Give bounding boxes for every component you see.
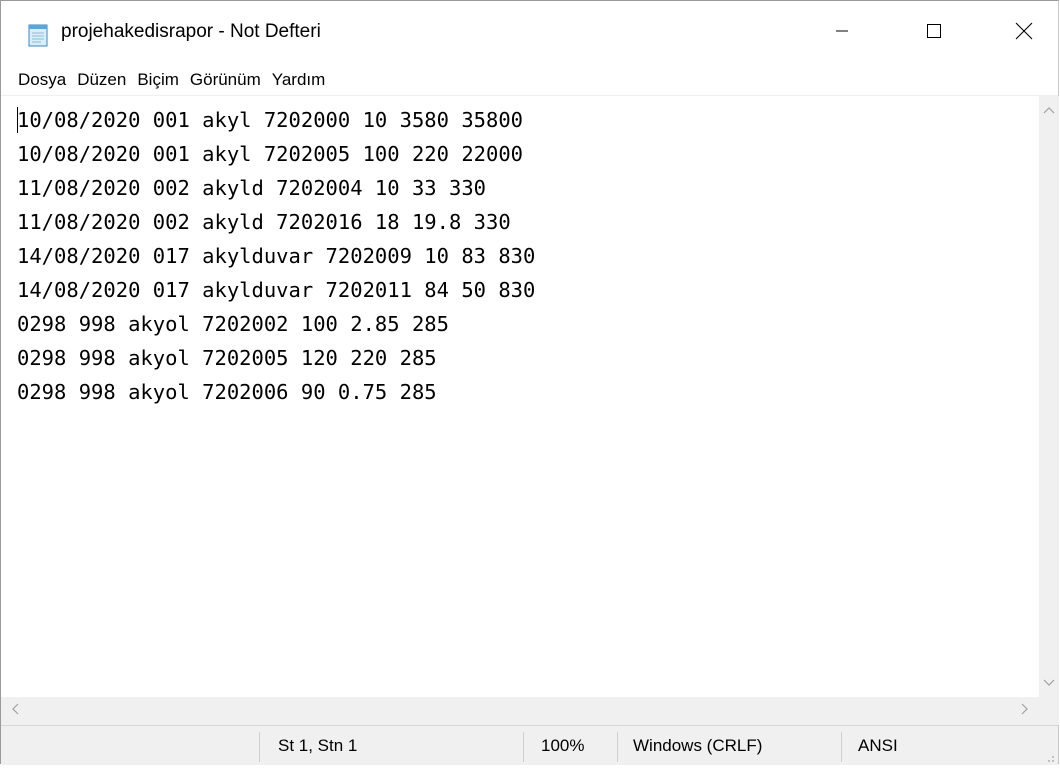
text-line: 11/08/2020 002 akyld 7202004 10 33 330 [17, 176, 486, 200]
text-line: 0298 998 akyol 7202005 120 220 285 [17, 346, 437, 370]
text-line: 10/08/2020 001 akyl 7202005 100 220 2200… [17, 142, 524, 166]
menu-format[interactable]: Biçim [132, 66, 184, 94]
notepad-window: projehakedisrapor - Not Defteri Dosya Dü… [0, 0, 1059, 765]
menu-view[interactable]: Görünüm [185, 66, 266, 94]
menu-bar: Dosya Düzen Biçim Görünüm Yardım [1, 65, 1058, 95]
chevron-right-icon [1021, 702, 1029, 720]
text-caret [17, 107, 18, 133]
resize-grip-icon[interactable] [1043, 750, 1055, 762]
menu-edit[interactable]: Düzen [72, 66, 131, 94]
close-icon [1015, 22, 1033, 45]
title-bar[interactable]: projehakedisrapor - Not Defteri [1, 1, 1058, 65]
scroll-right-button[interactable] [1011, 697, 1039, 725]
maximize-button[interactable] [888, 1, 980, 65]
line-ending: Windows (CRLF) [633, 735, 763, 755]
notepad-icon [26, 23, 50, 47]
chevron-down-icon [1043, 674, 1055, 692]
horizontal-scrollbar[interactable] [1, 697, 1039, 725]
encoding: ANSI [858, 735, 898, 755]
close-button[interactable] [978, 1, 1060, 65]
scroll-up-button[interactable] [1039, 96, 1059, 124]
text-editor[interactable]: 10/08/2020 001 akyl 7202000 10 3580 3580… [1, 96, 1039, 697]
window-title: projehakedisrapor - Not Defteri [61, 21, 321, 42]
minimize-button[interactable] [796, 1, 888, 65]
scroll-down-button[interactable] [1039, 669, 1059, 697]
menu-help[interactable]: Yardım [267, 66, 331, 94]
text-line: 11/08/2020 002 akyld 7202016 18 19.8 330 [17, 210, 511, 234]
editor-content[interactable]: 10/08/2020 001 akyl 7202000 10 3580 3580… [17, 103, 535, 409]
status-divider [259, 732, 260, 762]
text-line: 10/08/2020 001 akyl 7202000 10 3580 3580… [17, 108, 524, 132]
chevron-up-icon [1043, 101, 1055, 119]
vertical-scrollbar[interactable] [1039, 96, 1059, 697]
text-line: 0298 998 akyol 7202006 90 0.75 285 [17, 380, 437, 404]
text-line: 0298 998 akyol 7202002 100 2.85 285 [17, 312, 449, 336]
minimize-icon [835, 24, 849, 43]
status-divider [617, 732, 618, 762]
scroll-left-button[interactable] [1, 697, 29, 725]
text-line: 14/08/2020 017 akylduvar 7202009 10 83 8… [17, 244, 536, 268]
chevron-left-icon [11, 702, 19, 720]
cursor-position: St 1, Stn 1 [278, 735, 358, 755]
status-divider [523, 732, 524, 762]
scrollbar-corner [1039, 697, 1059, 725]
text-line: 14/08/2020 017 akylduvar 7202011 84 50 8… [17, 278, 536, 302]
maximize-icon [926, 23, 942, 44]
status-divider [841, 732, 842, 762]
zoom-level: 100% [541, 735, 585, 755]
status-bar: St 1, Stn 1 100% Windows (CRLF) ANSI [1, 725, 1058, 765]
menu-file[interactable]: Dosya [13, 66, 71, 94]
